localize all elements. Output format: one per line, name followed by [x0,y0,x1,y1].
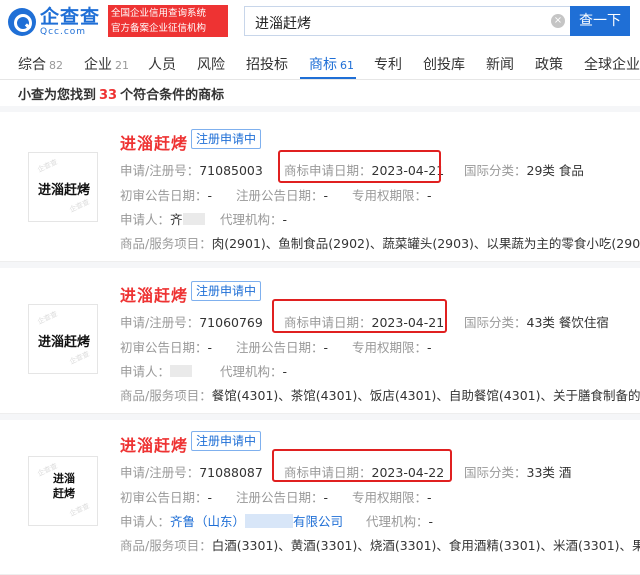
reg-pub-row: 注册公告日期：- [236,188,329,203]
logo-name: 企查查 [40,6,101,28]
status-badge: 注册申请中 [191,281,262,301]
status-badge: 注册申请中 [191,431,262,451]
applicant-row: 申请人： [120,361,193,380]
logo-domain: Qcc.com [40,27,87,37]
trademark-image[interactable]: 企查查 企查查 进淄赶烤 [28,456,98,526]
result-count: 33 [99,88,118,103]
status-badge: 注册申请中 [191,129,262,149]
applicant-link[interactable]: 齐鲁（山东） [170,514,245,529]
trademark-name[interactable]: 进淄赶烤 [120,432,188,456]
slogan-badge: 全国企业信用查询系统 官方备案企业征信机构 [108,5,228,37]
intl-class-row: 国际分类：29类 食品 [464,163,584,178]
tab-news[interactable]: 新闻 [486,54,514,74]
applicant-row: 申请人：齐 [120,209,205,228]
trademark-result[interactable]: 企查查 企查查 进淄赶烤 进淄赶烤 注册申请中 申请/注册号：71088087 … [0,420,640,575]
trademark-image[interactable]: 企查查 企查查 进淄赶烤 [28,152,98,222]
tab-global[interactable]: 全球企业 [584,54,640,74]
reg-no-row: 申请/注册号：71088087 [120,465,263,480]
slogan-line-1: 全国企业信用查询系统 [111,8,207,19]
tab-trademark[interactable]: 商标 61 [309,54,354,74]
agent-row: 代理机构：- [220,364,288,379]
tab-people[interactable]: 人员 [148,54,176,74]
tab-risk[interactable]: 风险 [197,54,225,74]
goods-row: 商品/服务项目：餐馆(4301)、茶馆(4301)、饭店(4301)、自助餐馆(… [120,388,640,403]
agent-row: 代理机构：- [220,212,288,227]
clear-icon[interactable]: × [551,14,565,28]
trademark-result[interactable]: 企查查 企查查 进淄赶烤 进淄赶烤 注册申请中 申请/注册号：71085003 … [0,112,640,262]
apply-date-highlight [272,449,452,482]
exclusive-row: 专用权期限：- [352,490,432,505]
search-value: 进淄赶烤 [255,16,311,32]
goods-row: 商品/服务项目：白酒(3301)、黄酒(3301)、烧酒(3301)、食用酒精(… [120,538,640,553]
slogan-line-2: 官方备案企业征信机构 [111,23,207,34]
trademark-name[interactable]: 进淄赶烤 [120,282,188,306]
trademark-image[interactable]: 企查查 企查查 进淄赶烤 [28,304,98,374]
apply-date-highlight [272,299,447,333]
search-button[interactable]: 查一下 [570,6,630,36]
first-pub-row: 初审公告日期：- [120,340,213,355]
agent-row: 代理机构：- [366,514,434,529]
intl-class-row: 国际分类：33类 酒 [464,465,572,480]
trademark-name[interactable]: 进淄赶烤 [120,130,188,154]
exclusive-row: 专用权期限：- [352,340,432,355]
exclusive-row: 专用权期限：- [352,188,432,203]
tab-venture[interactable]: 创投库 [423,54,465,74]
tab-patent[interactable]: 专利 [374,54,402,74]
apply-date-highlight [278,150,441,183]
reg-no-row: 申请/注册号：71085003 [120,163,263,178]
tab-company[interactable]: 企业 21 [84,54,129,74]
search-input[interactable]: 进淄赶烤 × [244,6,570,36]
reg-pub-row: 注册公告日期：- [236,340,329,355]
intl-class-row: 国际分类：43类 餐饮住宿 [464,315,609,330]
goods-row: 商品/服务项目：肉(2901)、鱼制食品(2902)、蔬菜罐头(2903)、以果… [120,236,640,251]
first-pub-row: 初审公告日期：- [120,490,213,505]
tab-comprehensive[interactable]: 综合 82 [18,54,63,74]
result-summary: 小查为您找到 33 个符合条件的商标 [18,88,225,103]
tab-bidding[interactable]: 招投标 [246,54,288,74]
reg-pub-row: 注册公告日期：- [236,490,329,505]
top-header: 企查查 Qcc.com 全国企业信用查询系统 官方备案企业征信机构 进淄赶烤 ×… [0,0,640,42]
reg-no-row: 申请/注册号：71060769 [120,315,263,330]
magnifier-logo-icon [8,8,36,36]
active-tab-underline [300,77,356,79]
qcc-logo[interactable]: 企查查 Qcc.com [8,7,100,37]
first-pub-row: 初审公告日期：- [120,188,213,203]
applicant-row: 申请人：齐鲁（山东） 有限公司 [120,514,344,529]
tab-policy[interactable]: 政策 [535,54,563,74]
trademark-result[interactable]: 企查查 企查查 进淄赶烤 进淄赶烤 注册申请中 申请/注册号：71060769 … [0,268,640,414]
category-tabs: 综合 82 企业 21 人员 风险 招投标 商标 61 专利 创投库 新闻 政策 全球… [0,44,640,80]
